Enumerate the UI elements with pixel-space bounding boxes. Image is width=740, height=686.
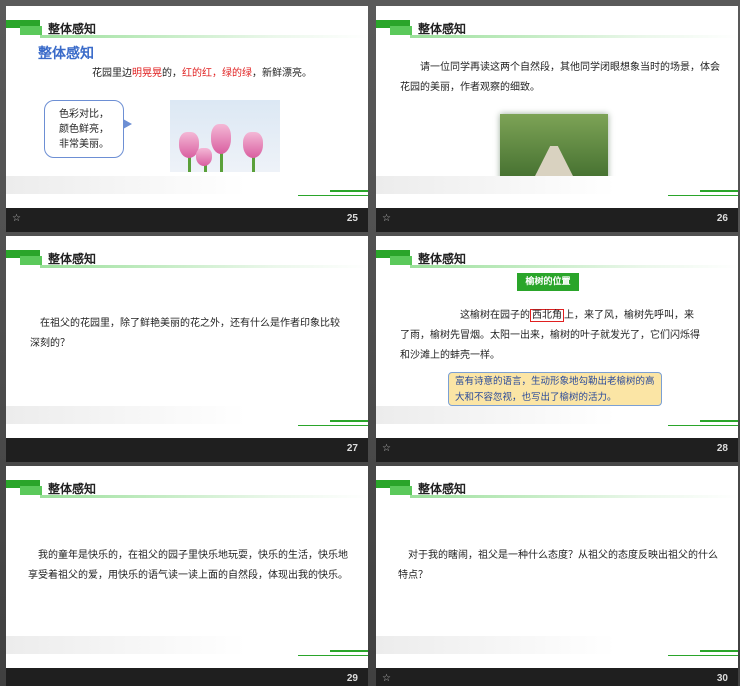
footer-decoration [6, 406, 246, 424]
header-bar-accent [20, 26, 42, 35]
slide-thumbnail-27[interactable]: 整体感知 在祖父的花园里，除了鲜艳美丽的花之外，还有什么是作者印象比较深刻的？ … [6, 236, 368, 462]
bubble-line: 颜色鲜亮， [59, 124, 109, 135]
slide-number: 25 [346, 213, 358, 224]
slide-number: 30 [716, 673, 728, 684]
slide-thumbnail-26[interactable]: 整体感知 请一位同学再读这两个自然段，其他同学闭眼想象当时的场景，体会花园的美丽… [376, 6, 738, 232]
text-part: 这榆树在园子的 [460, 310, 530, 321]
header-bar-accent [390, 26, 412, 35]
slide-header: 整体感知 [48, 252, 97, 266]
slide-info-strip: ☆ 30 [376, 668, 738, 686]
slide-info-strip: 27 [6, 438, 368, 462]
footer-line [298, 425, 368, 426]
slide-text: 对于我的瞎闹，祖父是一种什么态度？从祖父的态度反映出祖父的什么特点？ [398, 550, 718, 581]
slide-transition-star-icon[interactable]: ☆ [382, 673, 391, 684]
slide-transition-star-icon[interactable]: ☆ [382, 213, 391, 224]
footer-line [668, 195, 738, 196]
footer-line [330, 190, 368, 192]
slide-canvas: 整体感知 在祖父的花园里，除了鲜艳美丽的花之外，还有什么是作者印象比较深刻的？ [6, 236, 368, 438]
footer-decoration [376, 176, 616, 194]
highlighted-word: 西北角 [530, 309, 564, 322]
slide-canvas: 整体感知 整体感知 花园里边明晃晃的，红的红，绿的绿，新鲜漂亮。 色彩对比， 颜… [6, 6, 368, 208]
footer-line [700, 420, 738, 422]
footer-line [298, 655, 368, 656]
slide-info-strip: 29 [6, 668, 368, 686]
slide-header: 整体感知 [418, 252, 467, 266]
footer-line [700, 650, 738, 652]
slide-thumbnail-25[interactable]: 整体感知 整体感知 花园里边明晃晃的，红的红，绿的绿，新鲜漂亮。 色彩对比， 颜… [6, 6, 368, 232]
slide-transition-star-icon[interactable]: ☆ [12, 213, 21, 224]
bubble-line: 色彩对比， [59, 109, 109, 120]
footer-decoration [376, 406, 616, 424]
slide-text: 我的童年是快乐的，在祖父的园子里快乐地玩耍，快乐的生活，快乐地享受着祖父的爱，用… [28, 550, 348, 581]
slide-canvas: 整体感知 我的童年是快乐的，在祖父的园子里快乐地玩耍，快乐的生活，快乐地享受着祖… [6, 466, 368, 668]
slide-header: 整体感知 [48, 482, 97, 496]
slide-text: 在祖父的花园里，除了鲜艳美丽的花之外，还有什么是作者印象比较深刻的？ [30, 318, 340, 349]
slide-number: 27 [346, 443, 358, 454]
slide-canvas: 整体感知 榆树的位置 这榆树在园子的 西北角 上，来了风，榆树先呼叫，来了雨，榆树先… [376, 236, 738, 438]
slide-info-strip: ☆ 25 [6, 208, 368, 232]
slide-info-strip: ☆ 28 [376, 438, 738, 462]
slide-header: 整体感知 [418, 482, 467, 496]
slide-subtitle: 整体感知 [38, 46, 94, 62]
header-bar-accent [390, 256, 412, 265]
text-part: 花园里边 [92, 68, 132, 79]
annotation-box: 富有诗意的语言，生动形象地勾勒出老榆树的高大和不容忽视，也写出了榆树的活力。 [448, 372, 662, 406]
slide-thumbnail-30[interactable]: 整体感知 对于我的瞎闹，祖父是一种什么态度？从祖父的态度反映出祖父的什么特点？ … [376, 466, 738, 686]
slide-thumbnail-28[interactable]: 整体感知 榆树的位置 这榆树在园子的 西北角 上，来了风，榆树先呼叫，来了雨，榆树先… [376, 236, 738, 462]
slide-header: 整体感知 [48, 22, 97, 36]
text-part: 的， [162, 68, 182, 79]
footer-line [298, 195, 368, 196]
text-highlight: 明晃晃 [132, 68, 162, 79]
text-highlight: 红的红，绿的绿 [182, 68, 252, 79]
tulip-photo [170, 100, 280, 172]
slide-thumbnail-29[interactable]: 整体感知 我的童年是快乐的，在祖父的园子里快乐地玩耍，快乐的生活，快乐地享受着祖… [6, 466, 368, 686]
slide-transition-star-icon[interactable]: ☆ [382, 443, 391, 454]
slide-number: 28 [716, 443, 728, 454]
bubble-line: 非常美丽。 [59, 139, 109, 150]
section-tag: 榆树的位置 [517, 273, 579, 291]
header-bar-accent [20, 486, 42, 495]
header-bar-accent [390, 486, 412, 495]
footer-line [700, 190, 738, 192]
text-part: ，新鲜漂亮。 [252, 68, 312, 79]
slide-canvas: 整体感知 请一位同学再读这两个自然段，其他同学闭眼想象当时的场景，体会花园的美丽… [376, 6, 738, 208]
footer-decoration [6, 176, 246, 194]
slide-number: 26 [716, 213, 728, 224]
footer-line [668, 425, 738, 426]
slide-header: 整体感知 [418, 22, 467, 36]
slide-info-strip: ☆ 26 [376, 208, 738, 232]
footer-line [330, 650, 368, 652]
footer-decoration [376, 636, 616, 654]
header-bar-accent [20, 256, 42, 265]
footer-line [668, 655, 738, 656]
speech-bubble: 色彩对比， 颜色鲜亮， 非常美丽。 [44, 100, 132, 158]
slide-text: 请一位同学再读这两个自然段，其他同学闭眼想象当时的场景，体会花园的美丽，作者观察… [400, 62, 720, 93]
slide-text: 花园里边明晃晃的，红的红，绿的绿，新鲜漂亮。 [92, 64, 312, 84]
slide-number: 29 [346, 673, 358, 684]
slide-canvas: 整体感知 对于我的瞎闹，祖父是一种什么态度？从祖父的态度反映出祖父的什么特点？ [376, 466, 738, 668]
footer-decoration [6, 636, 246, 654]
footer-line [330, 420, 368, 422]
slide-text: 这榆树在园子的 西北角 上，来了风，榆树先呼叫，来了雨，榆树先冒烟。太阳一出来，榆树… [400, 306, 700, 366]
